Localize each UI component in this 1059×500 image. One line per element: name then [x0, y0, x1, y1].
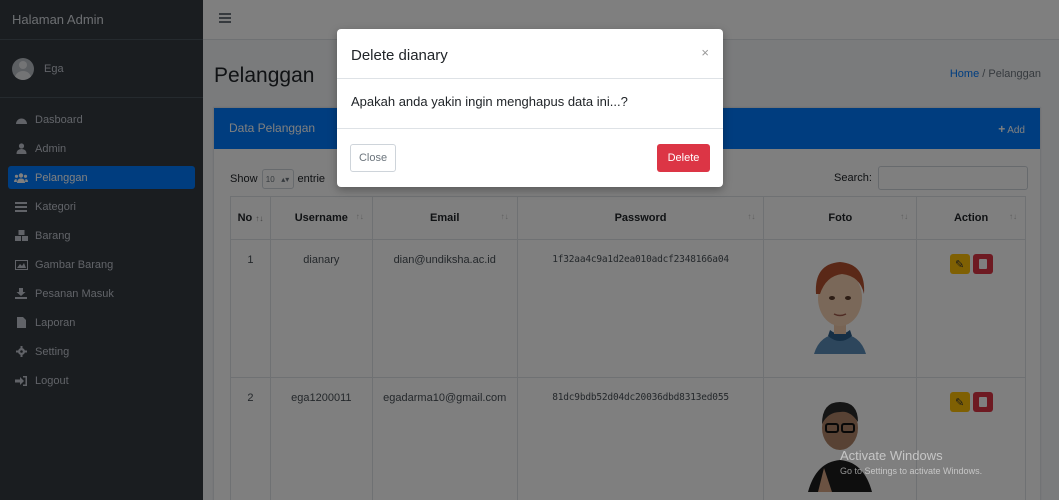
- close-button[interactable]: Close: [350, 144, 396, 172]
- watermark-subtitle: Go to Settings to activate Windows.: [840, 466, 983, 476]
- modal-footer: Close Delete: [337, 129, 723, 187]
- delete-modal: Delete dianary × Apakah anda yakin ingin…: [337, 29, 723, 187]
- confirm-delete-button[interactable]: Delete: [657, 144, 710, 172]
- modal-message: Apakah anda yakin ingin menghapus data i…: [337, 79, 723, 129]
- modal-title: Delete dianary: [351, 47, 448, 64]
- close-icon[interactable]: ×: [701, 45, 709, 60]
- activate-windows-watermark: Activate Windows Go to Settings to activ…: [840, 448, 982, 476]
- modal-header: Delete dianary ×: [337, 29, 723, 79]
- watermark-title: Activate Windows: [840, 448, 943, 463]
